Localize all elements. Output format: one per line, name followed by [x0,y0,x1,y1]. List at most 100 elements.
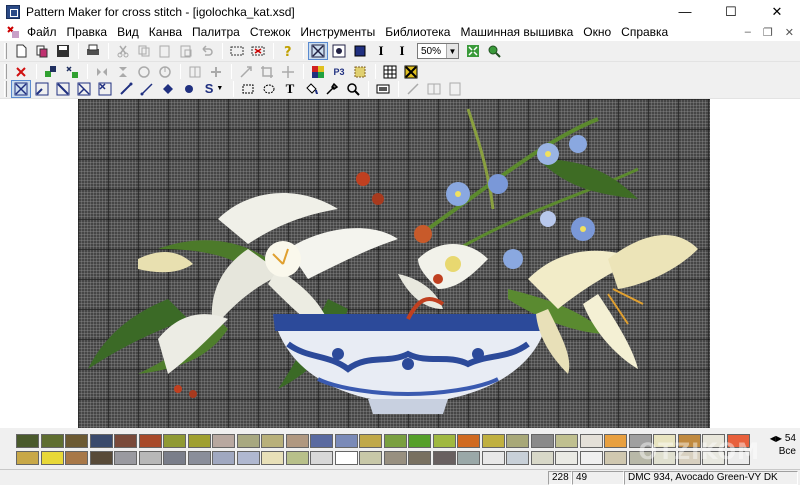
mdi-close-button[interactable]: ✕ [785,26,794,39]
palette-swatch[interactable] [40,434,64,448]
pattern-canvas[interactable] [78,99,710,428]
menu-canvas[interactable]: Канва [144,25,187,39]
zoom-button[interactable] [484,42,504,60]
menu-palette[interactable]: Палитра [187,25,245,39]
palette-swatch[interactable] [457,451,480,465]
cut-button[interactable] [113,42,133,60]
color-view-button[interactable] [350,42,370,60]
palette-swatch[interactable] [579,451,603,465]
palette-swatch[interactable] [261,451,284,465]
copy-button[interactable] [134,42,154,60]
split-view-tool[interactable] [424,80,444,98]
palette-swatch[interactable] [212,434,235,448]
menu-machine-embroidery[interactable]: Машинная вышивка [455,25,578,39]
full-stitch-tool[interactable] [11,79,31,98]
palette-swatch[interactable] [383,434,407,448]
bead-tool[interactable] [179,80,199,98]
menu-file[interactable]: Файл [22,25,62,39]
palette-swatch[interactable] [187,434,211,448]
palette-swatch[interactable] [555,434,578,448]
full-stitch-view-button[interactable] [308,42,328,60]
palette-swatch[interactable] [359,434,382,448]
paste-special-button[interactable] [176,42,196,60]
quarter-stitch-tool[interactable] [53,80,73,98]
draw-line-tool[interactable] [403,80,423,98]
palette-swatch[interactable] [163,434,186,448]
menu-help[interactable]: Справка [616,25,673,39]
ellipse-select-tool[interactable] [259,80,279,98]
palette-swatch[interactable] [359,451,382,465]
palette-swatch[interactable] [432,434,456,448]
mdi-restore-button[interactable]: ❐ [763,26,773,39]
rect-select-tool[interactable] [238,80,258,98]
special-stitch-tool[interactable]: S ▼ [200,80,228,98]
palette-swatch[interactable] [530,434,554,448]
palette-swatch[interactable] [457,434,480,448]
menu-edit[interactable]: Правка [62,25,113,39]
select-all-button[interactable] [227,42,247,60]
palette-swatch[interactable] [187,451,211,465]
palette-swatch[interactable] [285,451,309,465]
paste-button[interactable] [155,42,175,60]
palette-swatch[interactable] [310,434,333,448]
fill-tool[interactable] [301,80,321,98]
text-tool[interactable]: T [280,80,300,98]
palette-swatch[interactable] [138,451,162,465]
delete-selection-button[interactable] [248,42,268,60]
palette-swatch[interactable] [506,434,529,448]
palette-swatch[interactable] [138,434,162,448]
palette-swatch[interactable] [65,451,88,465]
palette-all-label[interactable]: Все [779,445,796,458]
palette-swatch[interactable] [89,451,113,465]
palette-swatch[interactable] [310,451,333,465]
palette-swatch[interactable] [579,434,603,448]
palette-swatch[interactable] [16,434,39,448]
library-insert-tool[interactable] [373,80,393,98]
three-quarter-stitch-tool[interactable] [74,80,94,98]
toolbar-grip[interactable] [4,43,7,59]
backstitch-tool[interactable] [116,80,136,98]
magnify-tool[interactable] [343,80,363,98]
palette-swatch[interactable] [114,434,137,448]
chevron-down-icon[interactable]: ▼ [216,85,223,92]
minimize-button[interactable]: — [662,0,708,23]
long-stitch-tool[interactable] [137,80,157,98]
palette-swatch[interactable] [334,451,358,465]
palette-swatch[interactable] [261,434,284,448]
menu-tools[interactable]: Инструменты [295,25,380,39]
close-button[interactable]: ✕ [754,0,800,23]
new-file-button[interactable] [11,42,31,60]
toolbar-grip[interactable] [4,64,7,80]
chevron-down-icon[interactable]: ▼ [446,44,458,58]
undo-button[interactable] [197,42,217,60]
palette-swatch[interactable] [432,451,456,465]
maximize-button[interactable]: ☐ [708,0,754,23]
palette-swatch[interactable] [65,434,88,448]
palette-swatch[interactable] [408,451,431,465]
font-view-button[interactable]: I [392,42,412,60]
page-view-tool[interactable] [445,80,465,98]
help-button[interactable]: ? [278,42,298,60]
eyedropper-tool[interactable] [322,80,342,98]
menu-view[interactable]: Вид [112,25,144,39]
palette-swatch[interactable] [285,434,309,448]
palette-swatch[interactable] [16,451,39,465]
document-icon[interactable] [6,25,20,39]
zoom-select[interactable]: 50% ▼ [417,43,459,59]
palette-swatch[interactable] [481,451,505,465]
palette-swatch[interactable] [89,434,113,448]
menu-library[interactable]: Библиотека [380,25,455,39]
half-stitch-tool[interactable] [32,80,52,98]
petite-stitch-tool[interactable] [95,80,115,98]
mdi-minimize-button[interactable]: – [745,26,751,38]
menu-stitch[interactable]: Стежок [245,25,296,39]
zoom-fit-button[interactable] [463,42,483,60]
menu-window[interactable]: Окно [578,25,616,39]
palette-swatch[interactable] [236,451,260,465]
palette-swatch[interactable] [334,434,358,448]
palette-swatch[interactable] [604,434,627,448]
symbol-view-button[interactable] [329,42,349,60]
palette-swatch[interactable] [383,451,407,465]
palette-swatch[interactable] [114,451,137,465]
french-knot-tool[interactable] [158,80,178,98]
